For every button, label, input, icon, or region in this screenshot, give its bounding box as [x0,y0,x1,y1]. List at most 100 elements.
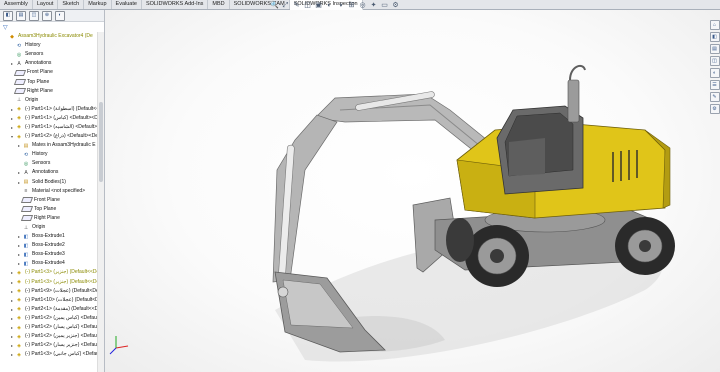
task-pane-tab-icon[interactable]: ✎ [709,92,720,102]
tree-node-label: Right Plane [27,87,53,94]
task-pane-tab-icon[interactable]: ⚙ [709,104,720,114]
tree-node-label: Front Plane [27,69,53,76]
tree-node-label: Mates in Assam3Hydraulic E [32,142,96,149]
tree-node[interactable]: ◎ Sensors [0,50,104,59]
tree-node-label: (-) Part1<2> (كباس يسار) <Default><C [25,324,104,331]
origin-icon: ⊥ [16,97,22,104]
tree-node[interactable]: ▸ A Annotations [0,59,104,68]
tree-node[interactable]: ▾ ◈ (-) Part1<2> (ذراع) <Default><Defau [0,132,104,141]
tree-node-label: (-) Part1<1> (اسطوانة) (Default<<Def [25,105,105,112]
property-manager-tab-icon[interactable]: ▤ [16,10,26,21]
display-manager-tab-icon[interactable]: ◐ [55,10,65,21]
task-pane-tab-icon[interactable]: ◧ [709,32,720,42]
tree-node[interactable]: ▸ ◈ (-) Part1<1> (كباس) <Default><Defa [0,114,104,123]
tree-node-label: Origin [25,96,39,103]
rear-wheel [615,217,675,275]
tree-node[interactable]: ▸ ◧ Boss-Extrude1 [0,232,104,241]
tree-node[interactable]: ▸ ◈ (-) Part1<3> (جنزير) (Default<<Def [0,278,104,287]
feature-icon: ◧ [23,233,29,240]
task-pane-tab-icon[interactable]: ☰ [709,80,720,90]
tree-node-label: Top Plane [27,78,50,85]
view-tool-icon[interactable]: ✦ [369,1,378,10]
tree-node[interactable]: Top Plane [0,77,104,86]
tree-node[interactable]: ▸ ◧ Boss-Extrude3 [0,250,104,259]
tree-node[interactable]: ▸ ◧ Boss-Extrude2 [0,241,104,250]
view-tool-icon[interactable]: ▭ [380,1,389,10]
tree-node-label: (-) Part1<3> (جنزير) (Default<<Def [25,278,101,285]
tree-node[interactable]: ≡ Material <not specified> [0,187,104,196]
plane-icon [13,79,27,86]
tree-node[interactable]: Right Plane [0,214,104,223]
tree-node[interactable]: ▸ ▤ Solid Bodies(1) [0,178,104,187]
tab-layout[interactable]: Layout [33,0,59,9]
view-tool-icon[interactable]: ✎ [292,1,301,10]
feature-manager-tab-icon[interactable]: ◧ [3,10,13,21]
tab-solidworks-add-ins[interactable]: SOLIDWORKS Add-Ins [142,0,209,9]
tab-mbd[interactable]: MBD [208,0,230,9]
tree-node[interactable]: ▸◈(-) Part1<2> (جنزير يمين) <Default><C [0,332,104,341]
exhaust-tip [569,64,586,81]
part-icon: ◈ [17,269,21,276]
tree-node[interactable]: Top Plane [0,205,104,214]
tab-sketch[interactable]: Sketch [58,0,85,9]
tree-node[interactable]: ▸◈(-) Part1<3> (كباس جانبي) <Default><C [0,350,104,359]
tree-node[interactable]: ▸ ◈ (-) Part1<1> (اسطوانة) (Default<<Def [0,105,104,114]
assembly-icon: ◆ [10,33,14,40]
scrollbar-thumb[interactable] [99,102,103,182]
tree-node-label: (-) Part2<1> (مقدمة) (Default<<Defa [25,305,105,312]
tree-node[interactable]: ▸◈(-) Part1<2> (كباس يسار) <Default><C [0,323,104,332]
tree-node[interactable]: ⊥ Origin [0,223,104,232]
task-pane-tab-icon[interactable]: ◐ [709,68,720,78]
configuration-manager-tab-icon[interactable]: ◫ [29,10,39,21]
view-tool-icon[interactable]: 🔍 [270,1,279,10]
tree-node-label: Top Plane [34,205,57,212]
tree-node[interactable]: ◆ Assam3Hydraulic Excavator4 (De [0,32,104,41]
feature-icon: ◧ [23,251,29,258]
tab-evaluate[interactable]: Evaluate [112,0,142,9]
excavator-model[interactable] [105,10,709,370]
tree-node[interactable]: ▸ ◈ (-) Part1<3> (جنزير) (Default<<Def [0,268,104,277]
view-tool-icon[interactable]: ⚙ [391,1,400,10]
tree-node[interactable]: ▸ A Annotations [0,168,104,177]
feature-icon: ◧ [23,242,29,249]
feature-manager-panel: ◧ ▤ ◫ ⊕ ◐ ▽ ◆ Assam3Hydraulic Excavator4 … [0,10,105,372]
tree-node[interactable]: ◎ Sensors [0,159,104,168]
view-tool-icon[interactable]: ▣ [314,1,323,10]
tree-node[interactable]: ⟲ History [0,41,104,50]
tree-node[interactable]: ▸ ◈ (-) Part2<1> (مقدمة) (Default<<Defa [0,305,104,314]
tree-node[interactable]: ▸ ◈ (-) Part1<9> (عجلات) (Default<Defa [0,287,104,296]
tree-node-label: Boss-Extrude1 [32,233,65,240]
tree-node[interactable]: ⟲ History [0,150,104,159]
view-tool-icon[interactable]: ◐ [325,1,334,10]
tree-node-label: (-) Part1<1> (كباس) <Default><Defa [25,114,105,121]
tree-node[interactable]: ▸◈(-) Part1<2> (جنزير يسار) <Default><C [0,341,104,350]
tree-node[interactable]: ▸ ◧ Boss-Extrude4 [0,259,104,268]
tree-node[interactable]: Front Plane [0,196,104,205]
tree-node[interactable]: Front Plane [0,68,104,77]
tab-assembly[interactable]: Assembly [0,0,33,9]
tree-node[interactable]: ▸ ▤ Mates in Assam3Hydraulic E [0,141,104,150]
cab-glass-side [509,138,545,176]
tree-node[interactable]: ⊥ Origin [0,96,104,105]
view-tool-icon[interactable]: ◑ [336,1,345,10]
view-tool-icon[interactable]: ⊞ [347,1,356,10]
dimxpert-tab-icon[interactable]: ⊕ [42,10,52,21]
task-pane-tab-icon[interactable]: ⌂ [709,20,720,30]
tree-node-label: (-) Part1<2> (كباس يمين) <Default><C [25,314,104,321]
feature-tree: ◆ Assam3Hydraulic Excavator4 (De ⟲ History ◎… [0,32,104,359]
tree-node[interactable]: ▸ ◈ (-) Part1<1> (الشاسيه) <Default><De [0,123,104,132]
view-tool-icon[interactable]: ⤢ [281,1,290,10]
tree-node[interactable]: ▸◈(-) Part1<2> (كباس يمين) <Default><C [0,314,104,323]
annotation-icon: A [17,60,21,67]
task-pane-tab-icon[interactable]: ▤ [709,44,720,54]
history-icon: ⟲ [16,42,22,49]
view-tool-icon[interactable]: ◎ [358,1,367,10]
tree-node[interactable]: ▸ ◈ (-) Part1<10> (عجلات) (Default<Defa [0,296,104,305]
filter-icon[interactable]: ▽ [0,22,104,32]
tab-markup[interactable]: Markup [84,0,112,9]
view-tool-icon[interactable]: ◫ [303,1,312,10]
task-pane-tab-icon[interactable]: ◫ [709,56,720,66]
tree-node[interactable]: Right Plane [0,87,104,96]
tree-node-label: (-) Part1<3> (كباس جانبي) <Default><C [25,351,104,358]
tree-scrollbar[interactable] [97,32,104,372]
